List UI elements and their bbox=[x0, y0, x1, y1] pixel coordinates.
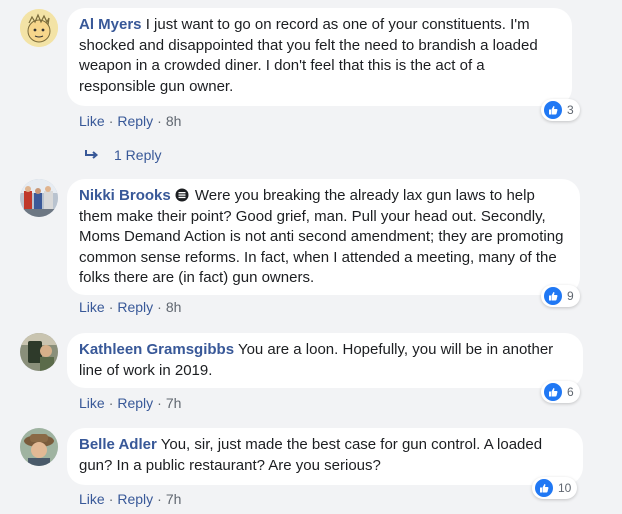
like-link[interactable]: Like bbox=[79, 395, 105, 411]
comment-actions: Like · Reply · 8h bbox=[79, 113, 181, 129]
timestamp[interactable]: 7h bbox=[166, 491, 182, 507]
like-link[interactable]: Like bbox=[79, 491, 105, 507]
avatar[interactable] bbox=[20, 333, 58, 371]
like-icon bbox=[543, 382, 563, 402]
photo-avatar-icon bbox=[20, 428, 58, 466]
reply-link[interactable]: Reply bbox=[117, 395, 153, 411]
reply-arrow-icon bbox=[85, 150, 99, 159]
reaction-count: 6 bbox=[567, 385, 574, 399]
avatar[interactable] bbox=[20, 9, 58, 47]
reaction-count-badge[interactable]: 3 bbox=[541, 99, 580, 121]
like-icon bbox=[543, 100, 563, 120]
comment-actions: Like · Reply · 7h bbox=[79, 491, 181, 507]
reply-link[interactable]: Reply bbox=[117, 491, 153, 507]
reaction-count: 10 bbox=[558, 481, 572, 495]
comment-author[interactable]: Kathleen Gramsgibbs bbox=[79, 341, 234, 358]
separator: · bbox=[108, 395, 114, 411]
timestamp[interactable]: 7h bbox=[166, 395, 182, 411]
separator: · bbox=[157, 491, 162, 507]
timestamp[interactable]: 8h bbox=[166, 299, 182, 315]
like-link[interactable]: Like bbox=[79, 113, 105, 129]
photo-avatar-icon bbox=[20, 179, 58, 217]
reaction-count-badge[interactable]: 9 bbox=[541, 285, 580, 307]
comment-text: I just want to go on record as one of yo… bbox=[79, 16, 538, 95]
reaction-count-badge[interactable]: 6 bbox=[541, 381, 580, 403]
reaction-count-badge[interactable]: 10 bbox=[532, 477, 578, 499]
avatar[interactable] bbox=[20, 428, 58, 466]
like-icon bbox=[534, 478, 554, 498]
reaction-count: 9 bbox=[567, 289, 574, 303]
avatar[interactable] bbox=[20, 179, 58, 217]
cartoon-face-avatar-icon bbox=[20, 9, 58, 47]
view-replies-link[interactable]: 1 Reply bbox=[84, 147, 161, 163]
comment-author[interactable]: Al Myers bbox=[79, 16, 142, 33]
comment-bubble: Kathleen Gramsgibbs You are a loon. Hope… bbox=[67, 333, 583, 388]
reaction-count: 3 bbox=[567, 103, 574, 117]
comment-bubble: Al Myers I just want to go on record as … bbox=[67, 8, 572, 106]
comment-bubble: Nikki Brooks Were you breaking the alrea… bbox=[67, 179, 580, 295]
separator: · bbox=[157, 395, 162, 411]
comment-author[interactable]: Nikki Brooks bbox=[79, 187, 171, 204]
separator: · bbox=[108, 491, 114, 507]
comment-bubble: Belle Adler You, sir, just made the best… bbox=[67, 428, 583, 485]
separator: · bbox=[108, 113, 114, 129]
timestamp[interactable]: 8h bbox=[166, 113, 182, 129]
like-icon bbox=[543, 286, 563, 306]
photo-avatar-icon bbox=[20, 333, 58, 371]
like-link[interactable]: Like bbox=[79, 299, 105, 315]
contributor-badge-icon bbox=[175, 188, 189, 202]
comment-author[interactable]: Belle Adler bbox=[79, 436, 157, 453]
reply-link[interactable]: Reply bbox=[117, 113, 153, 129]
reply-link[interactable]: Reply bbox=[117, 299, 153, 315]
comment-actions: Like · Reply · 7h bbox=[79, 395, 181, 411]
replies-count-label[interactable]: 1 Reply bbox=[114, 147, 161, 163]
comment-actions: Like · Reply · 8h bbox=[79, 299, 181, 315]
separator: · bbox=[108, 299, 114, 315]
separator: · bbox=[157, 299, 162, 315]
separator: · bbox=[157, 113, 162, 129]
